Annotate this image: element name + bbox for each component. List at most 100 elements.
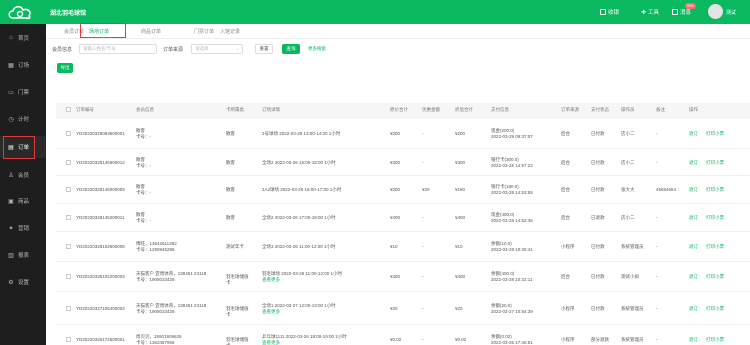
cell-member: 散客 卡号：- bbox=[136, 184, 214, 196]
th-operator: 操作员 bbox=[621, 107, 635, 112]
sidebar-item-label: 计时 bbox=[18, 117, 30, 123]
cell-operator-text: 店小二 bbox=[621, 215, 635, 220]
nav-message[interactable]: 消息 bbox=[672, 8, 691, 16]
goods-icon: ▣ bbox=[8, 198, 14, 205]
cell-card-type-text: 羽毛球储值卡 bbox=[226, 337, 249, 345]
cell-pay: 现金(400.0) 2022-03-28 14:52:45 bbox=[491, 212, 533, 224]
cell-order-id: YD20220328145000009 bbox=[76, 187, 125, 193]
tab-entry-records[interactable]: 入馆记录 bbox=[220, 28, 240, 35]
row-checkbox[interactable] bbox=[66, 244, 71, 249]
cell-card-type-text: 羽毛球储值卡 bbox=[226, 305, 249, 317]
order-icon: ▤ bbox=[8, 144, 14, 151]
table-row: YD20220328102200003 天猫客户 亚博体育，138451 2411… bbox=[56, 261, 750, 291]
print-receipt-link[interactable]: 打印小票 bbox=[706, 187, 724, 193]
unsubscribe-link[interactable]: 退订 bbox=[689, 337, 698, 343]
sidebar-item-settings[interactable]: ⚙ 设置 bbox=[0, 271, 46, 293]
tab-ticket-orders[interactable]: 门票订单 bbox=[194, 28, 214, 35]
select-all-checkbox[interactable] bbox=[66, 107, 71, 112]
row-checkbox[interactable] bbox=[66, 187, 71, 192]
cloud-logo-icon bbox=[8, 5, 31, 20]
print-receipt-link[interactable]: 打印小票 bbox=[706, 337, 724, 343]
cell-pay: 余额(0.02) 2022-03-26 17:46:51 bbox=[491, 334, 533, 345]
unsubscribe-link[interactable]: 退订 bbox=[689, 131, 698, 137]
cell-note-text: - bbox=[656, 274, 658, 279]
unsubscribe-link[interactable]: 退订 bbox=[689, 306, 698, 312]
cell-source-text: 后台 bbox=[561, 215, 570, 220]
cell-card-type: 测试年卡 bbox=[226, 244, 250, 250]
query-button[interactable]: 查询 bbox=[282, 44, 300, 54]
sidebar-item-home[interactable]: ⌂ 首页 bbox=[0, 27, 46, 49]
cell-after: ¥20 bbox=[455, 306, 463, 312]
print-receipt-link[interactable]: 打印小票 bbox=[706, 215, 724, 221]
row-checkbox[interactable] bbox=[66, 274, 71, 279]
table-row: YD20220327105400002 天猫客户 亚博体育，138451 2411… bbox=[56, 291, 750, 324]
cell-card-no: 卡号：1908033426 bbox=[136, 277, 175, 282]
cell-note-text: - bbox=[656, 305, 658, 311]
cell-pay: 现金(200.0) 2022-03-29 09:37:07 bbox=[491, 128, 533, 140]
cell-pay-time: 2022-03-27 10:54:39 bbox=[491, 308, 533, 314]
unsubscribe-link[interactable]: 退订 bbox=[689, 215, 698, 221]
print-receipt-link[interactable]: 打印小票 bbox=[706, 131, 724, 137]
nav-cashier[interactable]: 收银 bbox=[600, 8, 619, 16]
view-more-link[interactable]: 查看更多 bbox=[262, 277, 342, 283]
print-receipt-link[interactable]: 打印小票 bbox=[706, 274, 724, 280]
th-card-type: 卡所属类 bbox=[226, 107, 244, 112]
cell-member: 散客 卡号：- bbox=[136, 212, 214, 224]
sidebar-item-timer[interactable]: ◷ 计时 bbox=[0, 108, 46, 130]
user-name[interactable]: 测试 bbox=[726, 9, 736, 16]
cell-status: 已付款 bbox=[591, 160, 605, 166]
avatar[interactable] bbox=[708, 4, 723, 19]
cell-order-id-text: YD20220328145200011 bbox=[76, 215, 125, 220]
more-search-link[interactable]: 更多搜索 bbox=[308, 46, 326, 52]
cell-card-type-text: 测试年卡 bbox=[226, 244, 244, 249]
cell-order-id-text: YD20220328102600006 bbox=[76, 244, 125, 249]
member-search-input[interactable]: 请输入姓名/卡号 bbox=[79, 44, 157, 54]
cell-source-text: 后台 bbox=[561, 187, 570, 192]
nav-tools-label: 工具 bbox=[648, 10, 660, 16]
sidebar-item-ticket[interactable]: ▭ 门票 bbox=[0, 81, 46, 103]
print-receipt-link[interactable]: 打印小票 bbox=[706, 244, 724, 250]
cell-status-text: 已付款 bbox=[591, 244, 605, 249]
cell-operator-text: 店小二 bbox=[621, 130, 635, 136]
sidebar-item-report[interactable]: ▥ 报表 bbox=[0, 244, 46, 266]
print-receipt-link[interactable]: 打印小票 bbox=[706, 160, 724, 166]
view-more-link[interactable]: 查看更多 bbox=[262, 309, 336, 315]
view-more-link[interactable]: 查看更多 bbox=[262, 340, 347, 345]
export-button[interactable]: 导出 bbox=[57, 63, 73, 73]
sidebar-item-order[interactable]: ▤ 订单 bbox=[0, 136, 46, 159]
row-checkbox[interactable] bbox=[66, 305, 71, 311]
cell-pay: 余额(20.0) 2022-03-27 10:54:39 bbox=[491, 303, 533, 315]
source-select[interactable]: 请选择 ⌄ bbox=[191, 44, 243, 54]
print-receipt-link[interactable]: 打印小票 bbox=[706, 306, 724, 312]
unsubscribe-link[interactable]: 退订 bbox=[689, 274, 698, 280]
cell-member: 散客 卡号：- bbox=[136, 157, 214, 169]
cell-note: - bbox=[656, 337, 658, 343]
cell-pay-time: 2022-03-28 14:57:22 bbox=[491, 162, 533, 168]
cell-after: ¥300 bbox=[455, 160, 465, 166]
cell-status-text: 已退款 bbox=[591, 215, 605, 220]
row-checkbox[interactable] bbox=[66, 130, 71, 136]
row-checkbox[interactable] bbox=[66, 215, 71, 220]
unsubscribe-link[interactable]: 退订 bbox=[689, 187, 698, 193]
cell-detail: 1A2球场 2022-03-26 16:00-17:00 1小时 bbox=[262, 187, 341, 193]
sidebar-item-venue[interactable]: ▦ 订场 bbox=[0, 54, 46, 76]
nav-tools[interactable]: ✚ 工具 bbox=[641, 8, 660, 17]
sidebar-item-marketing[interactable]: ✦ 营销 bbox=[0, 217, 46, 239]
cell-status: 已付款 bbox=[591, 306, 605, 312]
sidebar-item-goods[interactable]: ▣ 商品 bbox=[0, 190, 46, 212]
cell-detail-text: 全场2 2022-03-26 15:00-18:00 1小时 bbox=[262, 159, 336, 165]
cell-detail-text: 1号球场 2022-03-29 13:00-14:00 1小时 bbox=[262, 130, 341, 136]
row-checkbox[interactable] bbox=[66, 159, 71, 165]
cell-pay: 银行卡(180.0) 2022-03-28 14:53:55 bbox=[491, 184, 533, 196]
sidebar-item-member[interactable]: ♙ 会员 bbox=[0, 164, 46, 186]
tab-goods-orders[interactable]: 商品订单 bbox=[141, 28, 161, 35]
cell-price: ¥400 bbox=[390, 274, 400, 280]
unsubscribe-link[interactable]: 退订 bbox=[689, 160, 698, 166]
table-row: YD20220328145000009 散客 卡号：- 散客 1A2球场 2022-03… bbox=[56, 175, 750, 203]
cell-discount: ¥20 bbox=[422, 187, 430, 193]
unsubscribe-link[interactable]: 退订 bbox=[689, 244, 698, 250]
reset-button[interactable]: 重置 bbox=[255, 44, 273, 54]
chevron-down-icon: ⌄ bbox=[236, 46, 240, 51]
cell-detail-text: 全场1 2022-03-27 12:00-13:00 1小时 bbox=[262, 302, 336, 308]
row-checkbox[interactable] bbox=[66, 337, 71, 342]
